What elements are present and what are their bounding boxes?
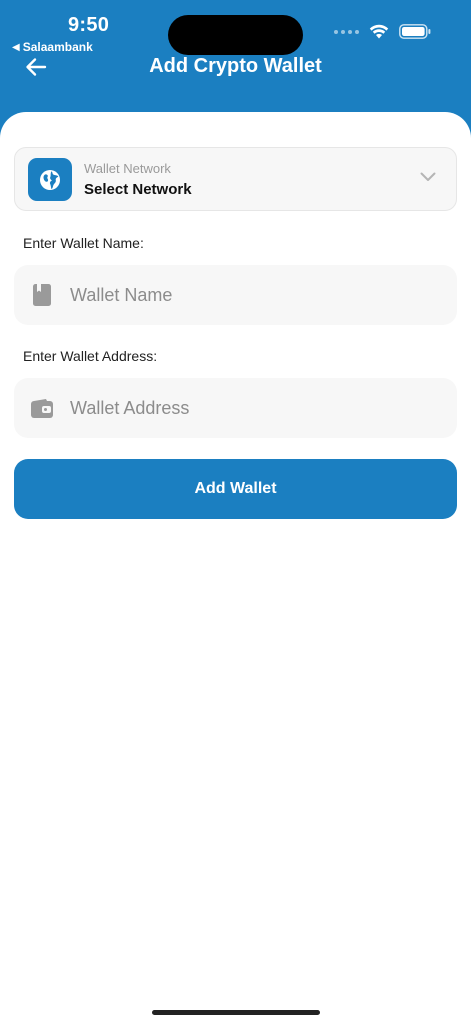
battery-icon — [399, 24, 431, 39]
status-icons — [334, 24, 431, 39]
network-icon-tile — [28, 158, 72, 201]
content-sheet: Wallet Network Select Network Enter Wall… — [0, 112, 471, 1024]
home-indicator[interactable] — [152, 1010, 320, 1015]
book-icon — [14, 284, 70, 306]
page-title: Add Crypto Wallet — [149, 55, 322, 77]
dynamic-island — [168, 15, 303, 55]
network-selected-value: Select Network — [84, 181, 192, 198]
wallet-name-field-container — [14, 265, 457, 325]
cellular-signal-icon — [334, 29, 359, 34]
wallet-name-input[interactable] — [70, 265, 457, 325]
wallet-icon — [14, 398, 70, 418]
globe-icon — [40, 169, 60, 190]
back-to-app-link[interactable]: ◀ Salaambank — [12, 40, 93, 54]
wallet-network-dropdown[interactable]: Wallet Network Select Network — [14, 147, 457, 211]
back-app-label: Salaambank — [22, 40, 93, 54]
back-triangle-icon: ◀ — [12, 41, 20, 53]
wallet-address-field-container — [14, 378, 457, 438]
wifi-icon — [369, 24, 389, 39]
wallet-name-label: Enter Wallet Name: — [23, 235, 144, 251]
status-time: 9:50 — [68, 14, 110, 36]
wallet-address-label: Enter Wallet Address: — [23, 348, 158, 364]
add-wallet-button[interactable]: Add Wallet — [14, 459, 457, 519]
chevron-down-icon — [420, 172, 436, 181]
network-caption: Wallet Network — [84, 161, 171, 176]
wallet-address-input[interactable] — [70, 378, 457, 438]
app-screen: 9:50 ◀ Salaambank Add Crypto Wallet Wall… — [0, 0, 471, 1024]
